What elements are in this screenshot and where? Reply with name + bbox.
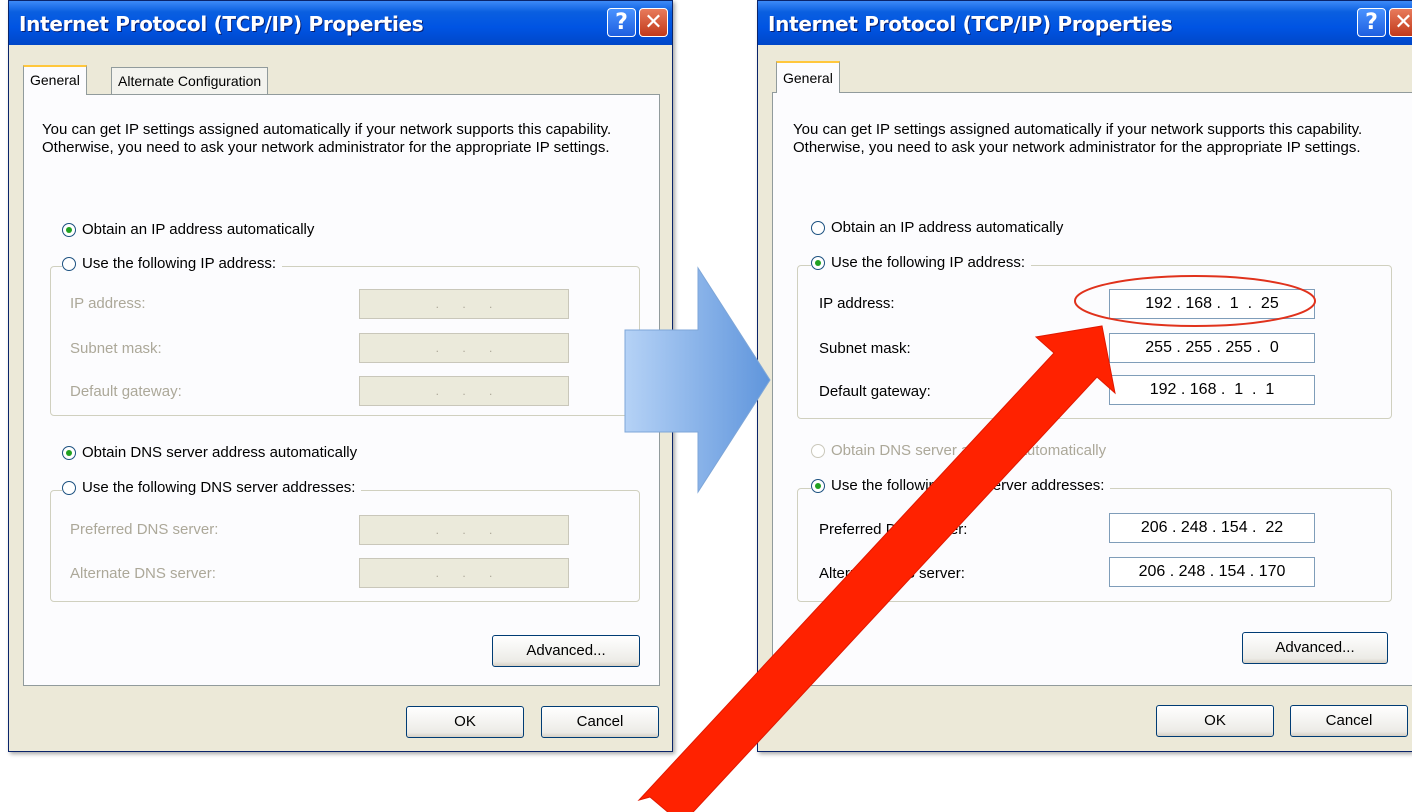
alternate-dns-label: Alternate DNS server:	[70, 565, 216, 582]
preferred-dns-label: Preferred DNS server:	[70, 521, 219, 538]
ok-button[interactable]: OK	[406, 706, 524, 738]
use-ip-label: Use the following IP address:	[831, 254, 1025, 271]
alternate-dns-label: Alternate DNS server:	[819, 565, 965, 582]
obtain-ip-auto-radio[interactable]: Obtain an IP address automatically	[62, 221, 321, 238]
alternate-dns-field[interactable]: 206 . 248 . 154 . 170	[1109, 557, 1315, 587]
preferred-dns-label: Preferred DNS server:	[819, 521, 968, 538]
default-gateway-label: Default gateway:	[819, 383, 931, 400]
advanced-button[interactable]: Advanced...	[1242, 632, 1388, 664]
radio-selected-icon	[62, 445, 76, 460]
subnet-mask-field[interactable]: . . .	[359, 333, 569, 363]
ip-address-label: IP address:	[70, 295, 146, 312]
ip-address-label: IP address:	[819, 295, 895, 312]
obtain-dns-auto-radio: Obtain DNS server address automatically	[811, 442, 1113, 459]
tab-alternate-configuration[interactable]: Alternate Configuration	[111, 67, 269, 95]
subnet-mask-label: Subnet mask:	[819, 340, 911, 357]
use-dns-label: Use the following DNS server addresses:	[82, 479, 356, 496]
default-gateway-field[interactable]: 192 . 168 . 1 . 1	[1109, 375, 1315, 405]
close-icon[interactable]: ✕	[1389, 8, 1412, 37]
use-dns-label: Use the following DNS server addresses:	[831, 477, 1105, 494]
close-icon[interactable]: ✕	[639, 8, 668, 37]
use-ip-radio[interactable]: Use the following IP address:	[811, 254, 1031, 271]
obtain-ip-auto-label: Obtain an IP address automatically	[831, 219, 1064, 236]
subnet-mask-field[interactable]: 255 . 255 . 255 . 0	[1109, 333, 1315, 363]
default-gateway-field[interactable]: . . .	[359, 376, 569, 406]
help-icon[interactable]: ?	[607, 8, 636, 37]
use-dns-radio[interactable]: Use the following DNS server addresses:	[811, 477, 1111, 494]
dialog-title: Internet Protocol (TCP/IP) Properties	[768, 12, 1173, 36]
preferred-dns-field[interactable]: . . .	[359, 515, 569, 545]
obtain-dns-auto-label: Obtain DNS server address automatically	[82, 444, 358, 461]
title-bar[interactable]: Internet Protocol (TCP/IP) Properties ? …	[9, 1, 672, 45]
radio-disabled-icon	[811, 443, 825, 458]
radio-unselected-icon	[62, 256, 76, 271]
description-text: You can get IP settings assigned automat…	[793, 121, 1363, 156]
tab-general[interactable]: General	[23, 65, 87, 95]
alternate-dns-field[interactable]: . . .	[359, 558, 569, 588]
obtain-dns-auto-radio[interactable]: Obtain DNS server address automatically	[62, 444, 364, 461]
obtain-dns-auto-label: Obtain DNS server address automatically	[831, 442, 1107, 459]
tab-panel-general: You can get IP settings assigned automat…	[772, 92, 1412, 686]
dialog-title: Internet Protocol (TCP/IP) Properties	[19, 12, 424, 36]
use-ip-radio[interactable]: Use the following IP address:	[62, 255, 282, 272]
obtain-ip-auto-radio[interactable]: Obtain an IP address automatically	[811, 219, 1070, 236]
preferred-dns-field[interactable]: 206 . 248 . 154 . 22	[1109, 513, 1315, 543]
tab-general[interactable]: General	[776, 61, 840, 93]
dialog-right: Internet Protocol (TCP/IP) Properties ? …	[757, 0, 1412, 752]
subnet-mask-label: Subnet mask:	[70, 340, 162, 357]
radio-unselected-icon	[811, 220, 825, 235]
radio-selected-icon	[62, 222, 76, 237]
tab-panel-general: You can get IP settings assigned automat…	[23, 94, 660, 686]
cancel-button[interactable]: Cancel	[541, 706, 659, 738]
radio-unselected-icon	[62, 480, 76, 495]
radio-selected-icon	[811, 478, 825, 493]
use-ip-label: Use the following IP address:	[82, 255, 276, 272]
ip-address-field[interactable]: 192 . 168 . 1 . 25	[1109, 289, 1315, 319]
obtain-ip-auto-label: Obtain an IP address automatically	[82, 221, 315, 238]
ip-address-field[interactable]: . . .	[359, 289, 569, 319]
default-gateway-label: Default gateway:	[70, 383, 182, 400]
ok-button[interactable]: OK	[1156, 705, 1274, 737]
description-text: You can get IP settings assigned automat…	[42, 121, 612, 156]
dialog-left: Internet Protocol (TCP/IP) Properties ? …	[8, 0, 673, 752]
advanced-button[interactable]: Advanced...	[492, 635, 640, 667]
help-icon[interactable]: ?	[1357, 8, 1386, 37]
title-bar[interactable]: Internet Protocol (TCP/IP) Properties ? …	[758, 1, 1412, 45]
cancel-button[interactable]: Cancel	[1290, 705, 1408, 737]
use-dns-radio[interactable]: Use the following DNS server addresses:	[62, 479, 362, 496]
radio-selected-icon	[811, 255, 825, 270]
